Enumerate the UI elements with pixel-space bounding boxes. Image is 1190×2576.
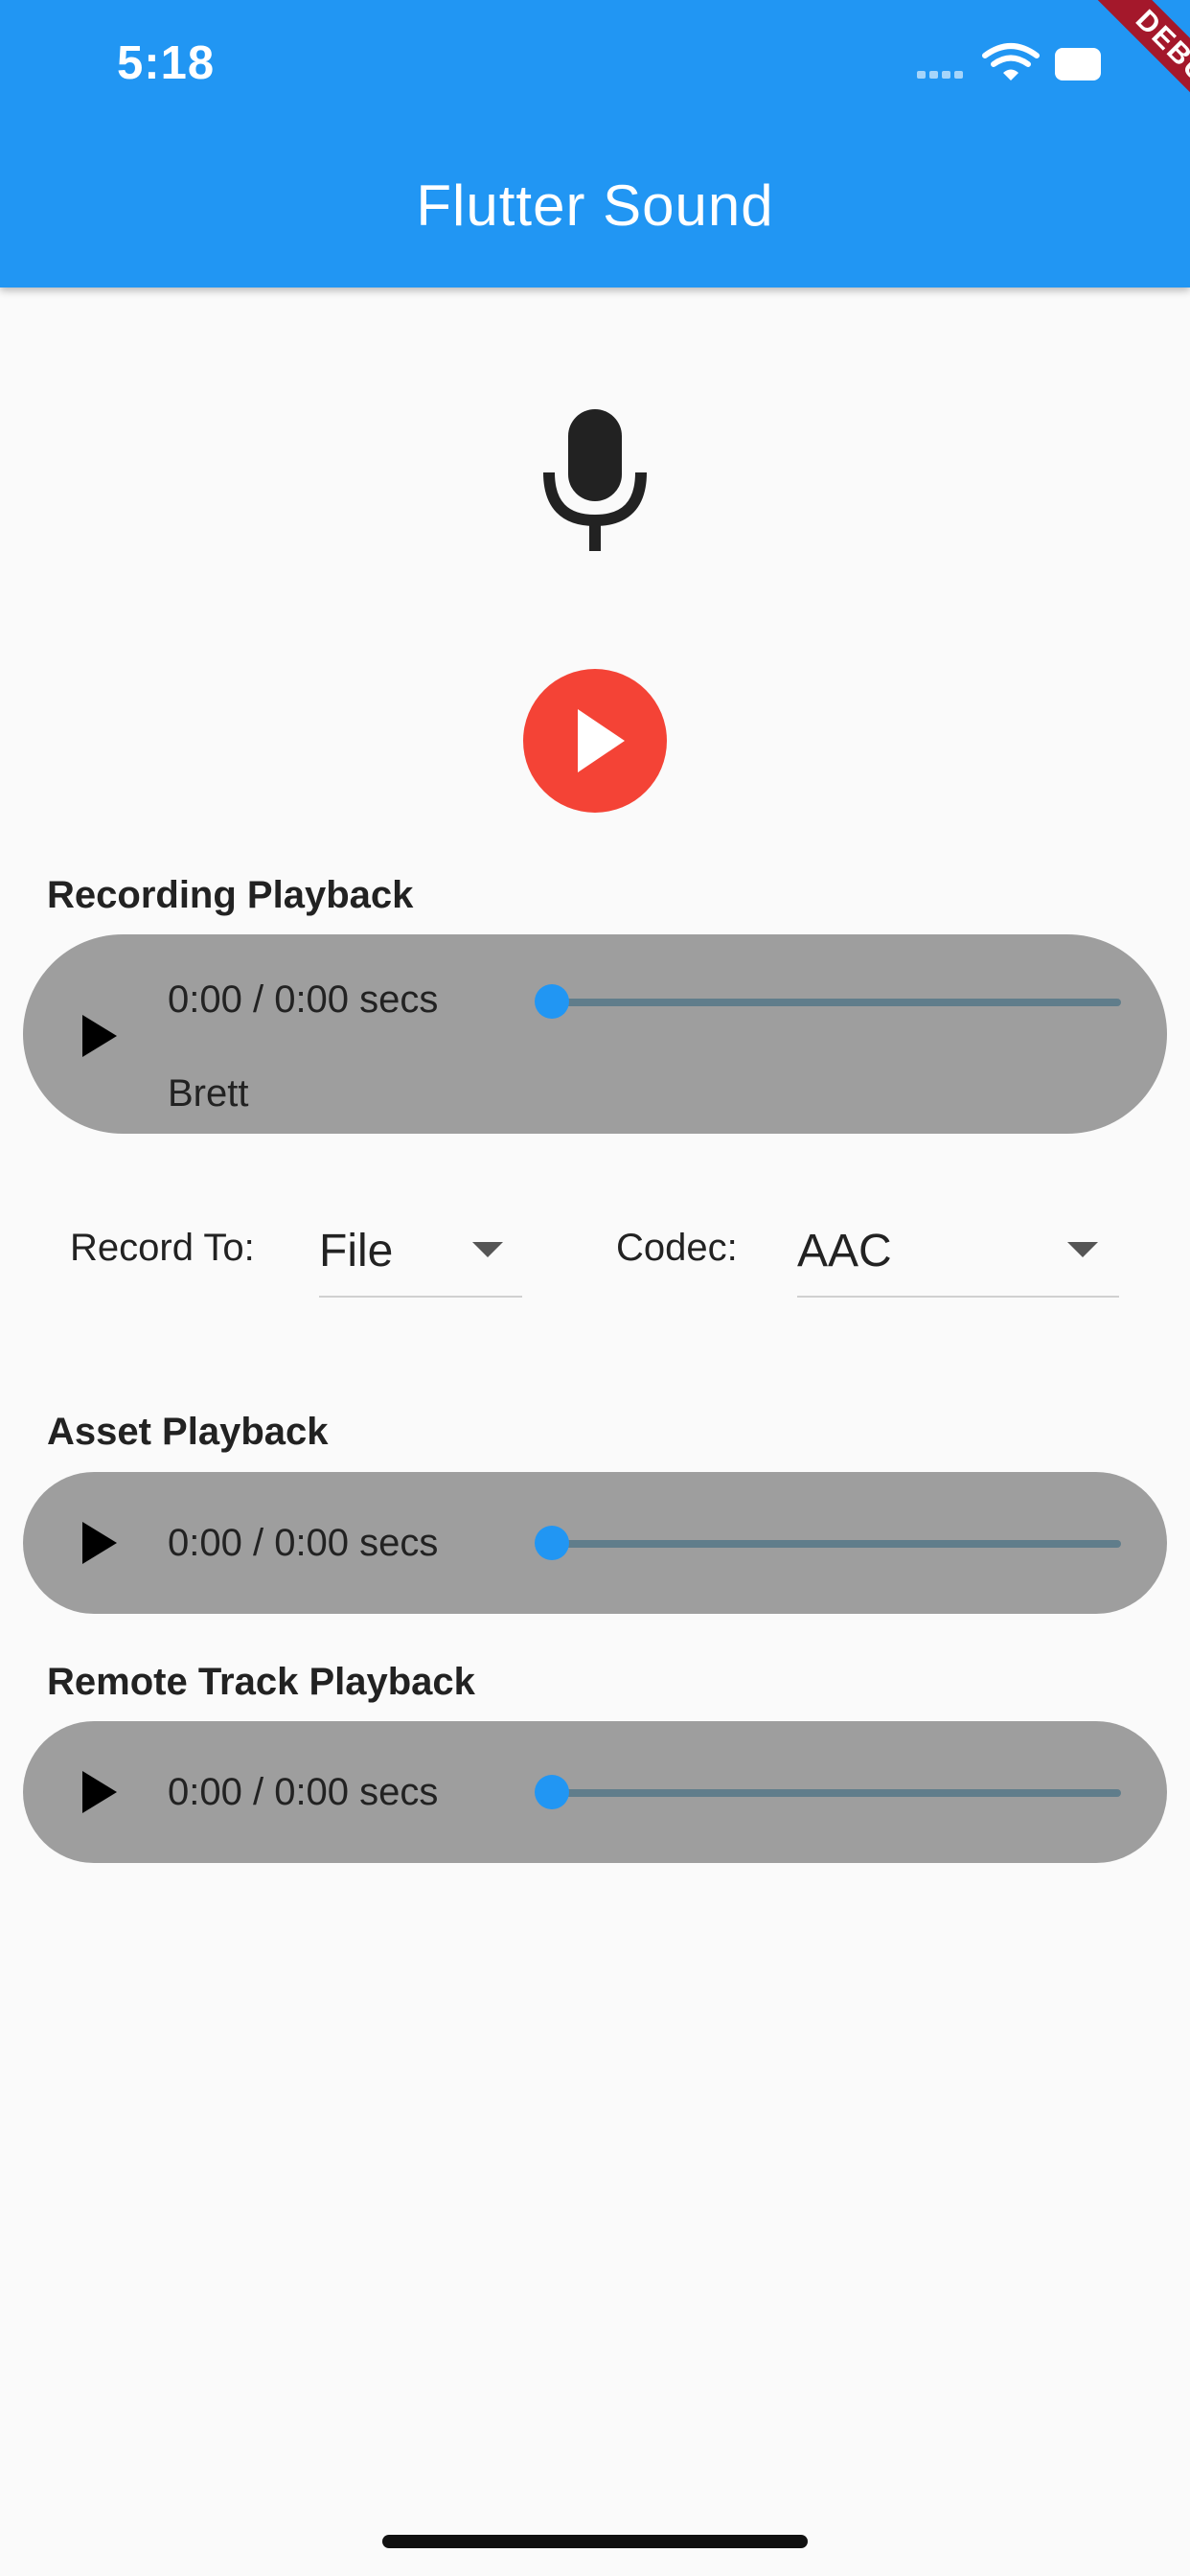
recording-playback-title: Recording Playback	[47, 874, 414, 916]
slider-thumb[interactable]	[535, 984, 569, 1019]
remote-playback-title: Remote Track Playback	[47, 1661, 475, 1703]
asset-playback-time: 0:00 / 0:00 secs	[168, 1522, 439, 1564]
mic-icon	[542, 407, 648, 551]
recording-playback-player: 0:00 / 0:00 secs Brett	[23, 934, 1167, 1134]
play-icon	[578, 709, 625, 772]
asset-playback-title: Asset Playback	[47, 1411, 329, 1453]
play-icon	[82, 1015, 117, 1057]
slider-track	[552, 999, 1121, 1006]
remote-playback-player: 0:00 / 0:00 secs	[23, 1721, 1167, 1863]
asset-playback-slider[interactable]	[535, 1524, 1121, 1562]
remote-play-button[interactable]	[71, 1763, 128, 1821]
app-bar: 5:18 Flutter Sound DEBUG	[0, 0, 1190, 288]
debug-banner-label: DEBUG	[1058, 0, 1190, 172]
remote-playback-time: 0:00 / 0:00 secs	[168, 1771, 439, 1813]
recording-playback-time: 0:00 / 0:00 secs	[168, 978, 439, 1021]
slider-track	[552, 1789, 1121, 1797]
codec-value: AAC	[797, 1226, 892, 1276]
play-icon	[82, 1771, 117, 1813]
record-to-label: Record To:	[70, 1227, 255, 1269]
codec-label: Codec:	[616, 1227, 738, 1269]
home-indicator[interactable]	[382, 2535, 808, 2548]
app-bar-title: Flutter Sound	[416, 173, 774, 238]
signal-icon	[917, 71, 963, 79]
dropdown-arrow-icon	[472, 1242, 503, 1257]
play-icon	[82, 1522, 117, 1564]
asset-playback-player: 0:00 / 0:00 secs	[23, 1472, 1167, 1614]
slider-track	[552, 1540, 1121, 1548]
dropdown-arrow-icon	[1067, 1242, 1098, 1257]
remote-playback-slider[interactable]	[535, 1773, 1121, 1811]
codec-dropdown[interactable]: AAC	[797, 1208, 1119, 1298]
recording-play-button[interactable]	[71, 1007, 128, 1065]
record-button[interactable]	[523, 669, 667, 813]
record-to-value: File	[319, 1226, 394, 1276]
asset-play-button[interactable]	[71, 1514, 128, 1572]
debug-banner: DEBUG	[1018, 0, 1190, 172]
recording-playback-track-name: Brett	[168, 1072, 249, 1115]
recording-playback-slider[interactable]	[535, 982, 1121, 1021]
record-to-dropdown[interactable]: File	[319, 1208, 522, 1298]
slider-thumb[interactable]	[535, 1526, 569, 1560]
slider-thumb[interactable]	[535, 1775, 569, 1809]
status-bar-time: 5:18	[117, 37, 216, 89]
